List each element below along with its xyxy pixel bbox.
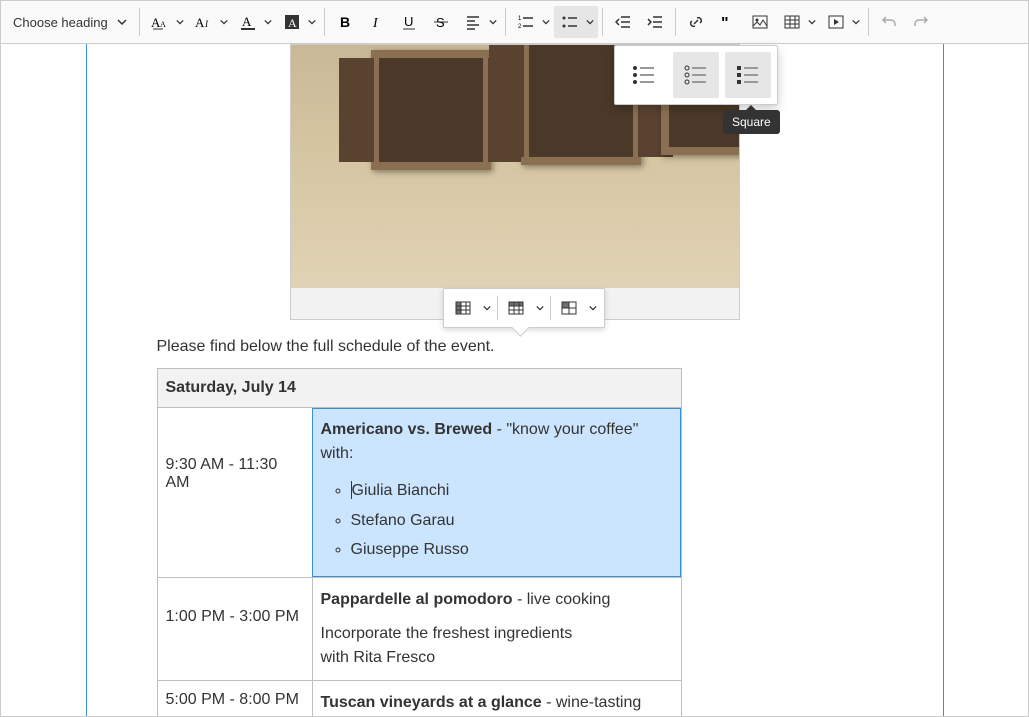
event-title: Tuscan vineyards at a glance: [321, 694, 542, 711]
blockquote-button[interactable]: ": [712, 6, 744, 38]
event-cell[interactable]: Tuscan vineyards at a glance - wine-tast…: [312, 680, 681, 717]
font-family-button[interactable]: AI: [188, 6, 220, 38]
document-page: Bilancino Hotel Please find below the fu…: [86, 44, 944, 717]
media-icon: [828, 14, 844, 30]
intro-paragraph[interactable]: Please find below the full schedule of t…: [157, 338, 873, 356]
heading-dropdown[interactable]: Choose heading: [5, 6, 135, 38]
time-cell[interactable]: 1:00 PM - 3:00 PM: [157, 577, 312, 680]
indent-button[interactable]: [639, 6, 671, 38]
table-merge-icon: [561, 300, 577, 316]
svg-text:A: A: [242, 14, 252, 29]
italic-icon: I: [369, 14, 385, 30]
table-merge-chevron[interactable]: [585, 292, 601, 324]
event-title: Americano vs. Brewed: [321, 421, 493, 438]
bullet-circle-option[interactable]: [673, 52, 719, 98]
event-subtitle: wine-tasting: [556, 694, 641, 711]
font-size-button[interactable]: AA: [144, 6, 176, 38]
align-button[interactable]: [457, 6, 489, 38]
svg-text:": ": [721, 15, 729, 30]
blockquote-icon: ": [720, 14, 736, 30]
table-row-button[interactable]: [500, 292, 532, 324]
outdent-button[interactable]: [607, 6, 639, 38]
link-icon: [688, 14, 704, 30]
font-color-icon: A: [239, 13, 257, 31]
time-cell[interactable]: 5:00 PM - 8:00 PM: [157, 680, 312, 717]
heading-dropdown-label: Choose heading: [13, 15, 108, 30]
table-column-chevron[interactable]: [479, 292, 495, 324]
event-cell[interactable]: Pappardelle al pomodoro - live cooking I…: [312, 577, 681, 680]
table-column-button[interactable]: [447, 292, 479, 324]
image-button[interactable]: [744, 6, 776, 38]
tooltip-square: Square: [723, 110, 780, 134]
bulleted-list-button[interactable]: [554, 6, 586, 38]
list-item[interactable]: Giulia Bianchi: [351, 478, 673, 504]
underline-icon: U: [401, 14, 417, 30]
bullet-style-panel: [614, 45, 778, 105]
table-floating-toolbar: [443, 288, 605, 328]
bold-button[interactable]: B: [329, 6, 361, 38]
numbered-list-icon: 12: [518, 14, 534, 30]
underline-button[interactable]: U: [393, 6, 425, 38]
strikethrough-button[interactable]: S: [425, 6, 457, 38]
editor-area[interactable]: Bilancino Hotel Please find below the fu…: [1, 44, 1028, 717]
bullet-disc-icon: [630, 61, 658, 89]
table-header-day[interactable]: Saturday, July 14: [157, 369, 681, 408]
redo-button[interactable]: [905, 6, 937, 38]
indent-icon: [647, 14, 663, 30]
svg-text:1: 1: [518, 16, 522, 22]
font-size-icon: AA: [151, 13, 169, 31]
table-row-icon: [508, 300, 524, 316]
table-row-chevron[interactable]: [532, 292, 548, 324]
bullet-square-icon: [734, 61, 762, 89]
image-icon: [752, 14, 768, 30]
event-title: Pappardelle al pomodoro: [321, 591, 513, 608]
svg-text:I: I: [372, 16, 379, 30]
align-icon: [465, 14, 481, 30]
media-button[interactable]: [820, 6, 852, 38]
chevron-down-icon: [117, 17, 127, 27]
table-merge-button[interactable]: [553, 292, 585, 324]
svg-text:A: A: [160, 20, 166, 29]
table-row: 1:00 PM - 3:00 PM Pappardelle al pomodor…: [157, 577, 681, 680]
italic-button[interactable]: I: [361, 6, 393, 38]
time-cell[interactable]: 9:30 AM - 11:30 AM: [157, 408, 312, 578]
redo-icon: [913, 14, 929, 30]
undo-icon: [881, 14, 897, 30]
event-subtitle: live cooking: [527, 591, 611, 608]
font-color-button[interactable]: A: [232, 6, 264, 38]
highlight-button[interactable]: A: [276, 6, 308, 38]
bold-icon: B: [337, 14, 353, 30]
insert-table-button[interactable]: [776, 6, 808, 38]
strikethrough-icon: S: [433, 14, 449, 30]
table-icon: [784, 14, 800, 30]
svg-text:A: A: [195, 15, 205, 30]
bullet-square-option[interactable]: [725, 52, 771, 98]
speaker-list: Giulia Bianchi Stefano Garau Giuseppe Ru…: [321, 478, 673, 563]
list-item[interactable]: Giuseppe Russo: [351, 537, 673, 563]
editor-toolbar: Choose heading AA AI A A B I U S 12: [1, 1, 1028, 44]
outdent-icon: [615, 14, 631, 30]
svg-text:I: I: [204, 19, 209, 29]
bullet-circle-icon: [682, 61, 710, 89]
numbered-list-button[interactable]: 12: [510, 6, 542, 38]
svg-text:U: U: [404, 14, 413, 29]
bullet-disc-option[interactable]: [621, 52, 667, 98]
schedule-table[interactable]: Saturday, July 14 9:30 AM - 11:30 AM Ame…: [157, 368, 682, 717]
undo-button[interactable]: [873, 6, 905, 38]
svg-text:A: A: [288, 16, 297, 30]
bulleted-list-icon: [562, 14, 578, 30]
list-item[interactable]: Stefano Garau: [351, 508, 673, 534]
table-row: 9:30 AM - 11:30 AM Americano vs. Brewed …: [157, 408, 681, 578]
svg-text:2: 2: [518, 24, 522, 30]
table-row: 5:00 PM - 8:00 PM Tuscan vineyards at a …: [157, 680, 681, 717]
svg-text:B: B: [340, 14, 350, 30]
event-cell-selected[interactable]: Americano vs. Brewed - "know your coffee…: [312, 408, 681, 578]
link-button[interactable]: [680, 6, 712, 38]
font-family-icon: AI: [195, 13, 213, 31]
highlight-icon: A: [283, 13, 301, 31]
table-column-icon: [455, 300, 471, 316]
